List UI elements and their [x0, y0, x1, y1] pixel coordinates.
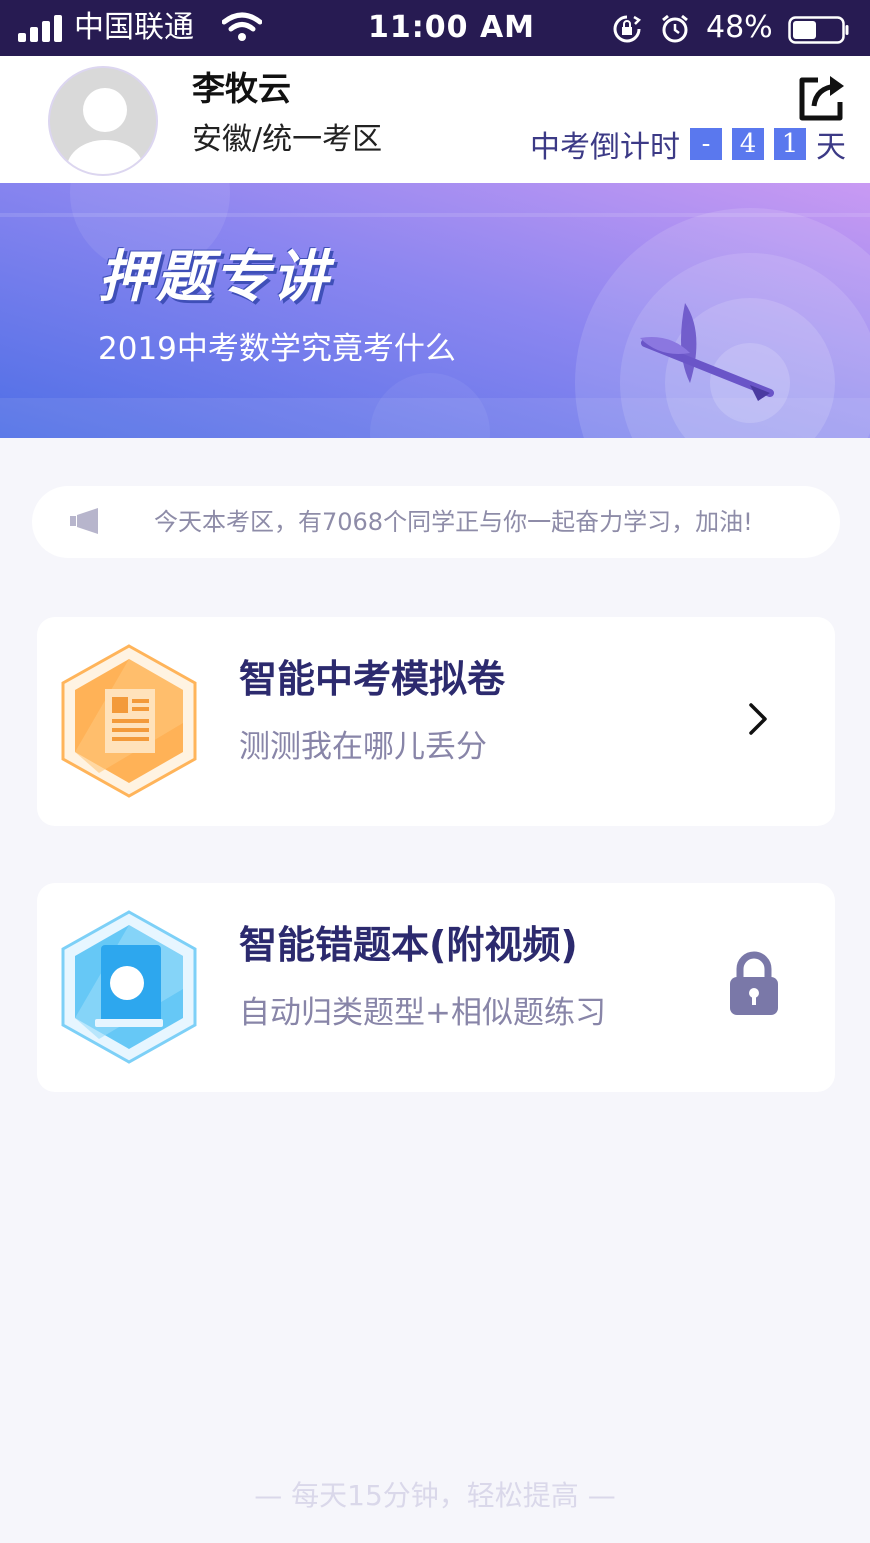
countdown-digit: -	[690, 128, 722, 160]
user-region[interactable]: 安徽/统一考区	[192, 120, 382, 160]
exam-countdown: 中考倒计时 - 4 1 天	[530, 124, 846, 165]
battery-percent: 48%	[706, 10, 773, 45]
default-avatar-icon	[67, 88, 143, 174]
share-icon[interactable]	[796, 72, 848, 124]
banner-subtitle: 2019中考数学究竟考什么	[98, 331, 456, 367]
alarm-icon	[662, 14, 688, 43]
mock-exam-card[interactable]: 智能中考模拟卷 测测我在哪儿丢分	[37, 617, 835, 826]
banner-title: 押题专讲	[98, 245, 330, 310]
countdown-digit: 1	[774, 128, 806, 160]
card-description: 自动归类题型+相似题练习	[239, 995, 606, 1031]
footer-slogan: — 每天15分钟，轻松提高 —	[254, 1479, 616, 1512]
lock-icon[interactable]	[727, 949, 781, 1019]
megaphone-icon	[70, 508, 98, 534]
status-bar: 中国联通 11:00 AM 48%	[0, 0, 870, 56]
dart-icon	[640, 303, 774, 401]
countdown-label: 中考倒计时	[530, 130, 680, 165]
card-title: 智能错题本(附视频)	[239, 923, 578, 967]
countdown-unit: 天	[816, 130, 846, 165]
user-name: 李牧云	[192, 69, 291, 108]
exam-paper-icon	[61, 644, 197, 798]
clock-time: 11:00 AM	[368, 10, 536, 45]
card-description: 测测我在哪儿丢分	[239, 729, 487, 765]
countdown-digit: 4	[732, 128, 764, 160]
chevron-right-icon[interactable]	[743, 699, 771, 739]
avatar[interactable]	[48, 66, 158, 176]
notebook-icon	[61, 910, 197, 1064]
wrong-questions-card[interactable]: 智能错题本(附视频) 自动归类题型+相似题练习	[37, 883, 835, 1092]
promo-banner[interactable]: 押题专讲 2019中考数学究竟考什么	[0, 183, 870, 438]
signal-icon	[18, 14, 64, 42]
wifi-icon	[222, 12, 262, 41]
notice-bar: 今天本考区，有7068个同学正与你一起奋力学习，加油!	[32, 486, 840, 558]
carrier-name: 中国联通	[74, 10, 194, 45]
rotation-lock-icon	[613, 15, 642, 43]
card-title: 智能中考模拟卷	[239, 657, 506, 701]
notice-text: 今天本考区，有7068个同学正与你一起奋力学习，加油!	[154, 508, 753, 536]
battery-icon	[788, 16, 849, 44]
profile-header: 李牧云 安徽/统一考区 中考倒计时 - 4 1 天	[0, 56, 870, 183]
